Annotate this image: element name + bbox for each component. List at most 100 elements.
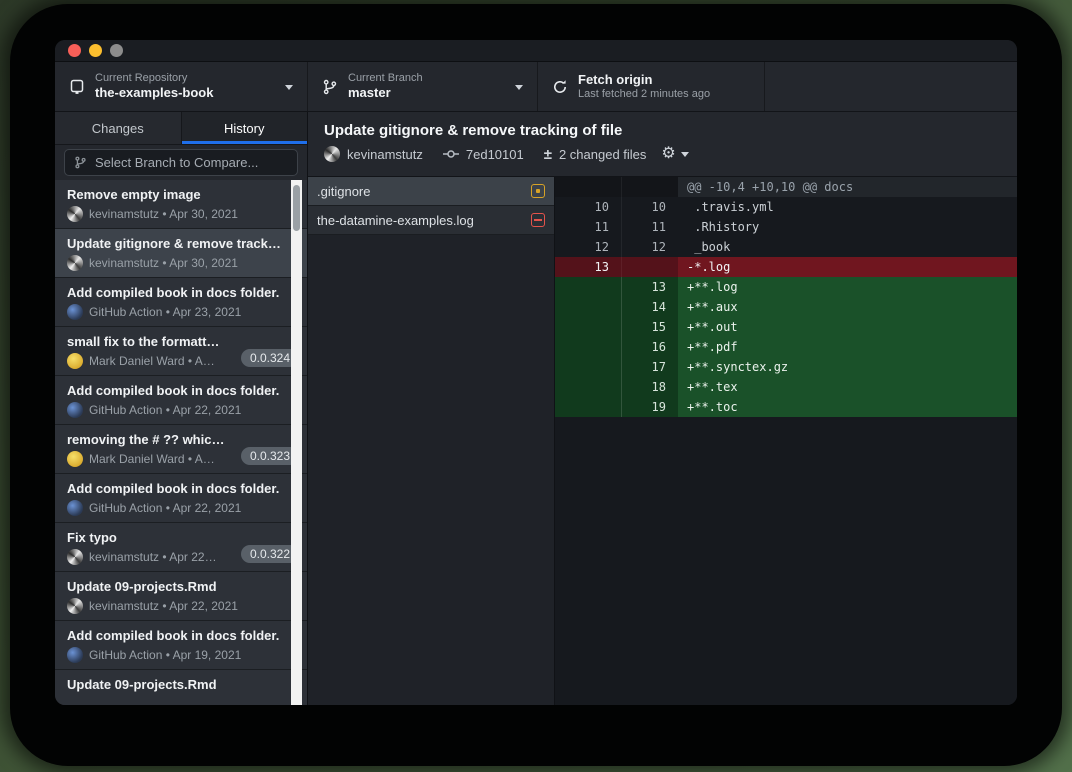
file-row[interactable]: the-datamine-examples.log [308, 206, 554, 235]
file-row[interactable]: .gitignore [308, 177, 554, 206]
new-line-number [621, 177, 678, 197]
tab-history[interactable]: History [181, 112, 308, 144]
diff-line-added: 16+**.pdf [555, 337, 1017, 357]
commit-list-item[interactable]: Add compiled book in docs folder. GitHub … [55, 621, 307, 670]
minimize-button[interactable] [89, 44, 102, 57]
fetch-origin-button[interactable]: Fetch origin Last fetched 2 minutes ago [538, 62, 765, 111]
diff-line-removed: 13-*.log [555, 257, 1017, 277]
commit-title: Update gitignore & remove tracking of fi… [324, 122, 1001, 139]
avatar [324, 146, 340, 162]
diff-code-text: +**.pdf [678, 337, 1017, 357]
commit-item-meta: kevinamstutz • Apr 30, 2021 [67, 255, 281, 271]
new-line-number: 12 [621, 237, 678, 257]
diff-line-added: 17+**.synctex.gz [555, 357, 1017, 377]
avatar [67, 549, 83, 565]
commit-list-item[interactable]: Update 09-projects.Rmd kevinamstutz • Apr… [55, 572, 307, 621]
branch-compare-field[interactable] [64, 149, 298, 176]
new-line-number: 16 [621, 337, 678, 357]
diff-code-text: +**.tex [678, 377, 1017, 397]
commit-item-title: Add compiled book in docs folder. [67, 481, 281, 496]
commit-item-meta: kevinamstutz • Apr 22, 2021 [67, 598, 281, 614]
diff-line-added: 18+**.tex [555, 377, 1017, 397]
repo-icon [69, 79, 85, 95]
titlebar [55, 40, 1017, 62]
avatar [67, 451, 83, 467]
main-panel: Update gitignore & remove tracking of fi… [308, 112, 1017, 705]
commit-list-item[interactable]: Add compiled book in docs folder. GitHub … [55, 278, 307, 327]
commit-author: kevinamstutz [347, 147, 423, 162]
commit-history-list: Remove empty image kevinamstutz • Apr 30,… [55, 180, 307, 705]
file-name: the-datamine-examples.log [317, 213, 523, 228]
commit-item-title: Add compiled book in docs folder. [67, 383, 281, 398]
commit-item-author-date: kevinamstutz • Apr 30, 2021 [89, 207, 238, 221]
diff-code-text: +**.aux [678, 297, 1017, 317]
old-line-number [555, 317, 621, 337]
commit-list-item[interactable]: Fix typokevinamstutz • Apr 22…0.0.322 [55, 523, 307, 572]
diff-code-text: +**.synctex.gz [678, 357, 1017, 377]
old-line-number [555, 397, 621, 417]
new-line-number: 18 [621, 377, 678, 397]
diff-code-text: .travis.yml [678, 197, 1017, 217]
diff-line-hunk: @@ -10,4 +10,10 @@ docs [555, 177, 1017, 197]
commit-item-meta: GitHub Action • Apr 19, 2021 [67, 647, 281, 663]
avatar [67, 500, 83, 516]
commit-item-title: Fix typo [67, 530, 281, 545]
chevron-down-icon [681, 152, 689, 157]
commit-item-author-date: GitHub Action • Apr 22, 2021 [89, 501, 241, 515]
commit-detail-header: Update gitignore & remove tracking of fi… [308, 112, 1017, 177]
commit-item-author-date: GitHub Action • Apr 23, 2021 [89, 305, 241, 319]
commit-item-title: Add compiled book in docs folder. [67, 628, 281, 643]
diff-empty-area [555, 417, 1017, 705]
diff-options-button[interactable]: ⚙ [661, 146, 688, 162]
commit-hash[interactable]: 7ed10101 [466, 147, 524, 162]
current-repository-button[interactable]: Current Repository the-examples-book [55, 62, 308, 111]
old-line-number [555, 377, 621, 397]
tab-changes[interactable]: Changes [55, 112, 181, 144]
diff-line-context: 1010 .travis.yml [555, 197, 1017, 217]
avatar [67, 598, 83, 614]
commit-list-item[interactable]: small fix to the formatt…Mark Daniel War… [55, 327, 307, 376]
old-line-number [555, 357, 621, 377]
new-line-number [621, 257, 678, 277]
commit-list-item[interactable]: Remove empty image kevinamstutz • Apr 30,… [55, 180, 307, 229]
diff-view: @@ -10,4 +10,10 @@ docs1010 .travis.yml1… [555, 177, 1017, 705]
diff-code-text: .Rhistory [678, 217, 1017, 237]
old-line-number: 11 [555, 217, 621, 237]
diff-stat-icon: ± [544, 147, 552, 162]
commit-list-item[interactable]: Add compiled book in docs folder. GitHub … [55, 474, 307, 523]
commit-item-title: removing the # ?? whic… [67, 432, 281, 447]
close-button[interactable] [68, 44, 81, 57]
fetch-origin-label: Fetch origin [578, 72, 710, 88]
commit-item-author-date: Mark Daniel Ward • A… [89, 354, 215, 368]
sidebar: Changes History Remove empty image kevina… [55, 112, 308, 705]
commit-list-item[interactable]: Add compiled book in docs folder. GitHub … [55, 376, 307, 425]
new-line-number: 19 [621, 397, 678, 417]
branch-compare-input[interactable] [95, 155, 288, 170]
gear-icon: ⚙ [661, 146, 675, 162]
commit-list-item[interactable]: Update 09-projects.Rmd [55, 670, 307, 705]
diff-line-added: 13+**.log [555, 277, 1017, 297]
commit-item-title: Update 09-projects.Rmd [67, 677, 281, 692]
commit-item-title: Update 09-projects.Rmd [67, 579, 281, 594]
commit-item-title: Remove empty image [67, 187, 281, 202]
diff-code-text: _book [678, 237, 1017, 257]
old-line-number [555, 277, 621, 297]
current-repository-label: Current Repository [95, 72, 213, 86]
commit-list-scrollbar[interactable] [291, 180, 302, 705]
scrollbar-thumb[interactable] [293, 185, 300, 231]
toolbar: Current Repository the-examples-book Cur… [55, 62, 1017, 112]
new-line-number: 10 [621, 197, 678, 217]
avatar [67, 647, 83, 663]
commit-item-author-date: Mark Daniel Ward • A… [89, 452, 215, 466]
deleted-status-icon [531, 213, 545, 227]
commit-item-title: Add compiled book in docs folder. [67, 285, 281, 300]
current-branch-button[interactable]: Current Branch master [308, 62, 538, 111]
diff-line-added: 15+**.out [555, 317, 1017, 337]
commit-item-meta: kevinamstutz • Apr 30, 2021 [67, 206, 281, 222]
current-branch-value: master [348, 85, 423, 101]
zoom-button[interactable] [110, 44, 123, 57]
commit-list-item[interactable]: Update gitignore & remove tracki…kevinam… [55, 229, 307, 278]
github-desktop-window: Current Repository the-examples-book Cur… [55, 40, 1017, 705]
commit-item-author-date: GitHub Action • Apr 22, 2021 [89, 403, 241, 417]
commit-list-item[interactable]: removing the # ?? whic… Mark Daniel Ward … [55, 425, 307, 474]
